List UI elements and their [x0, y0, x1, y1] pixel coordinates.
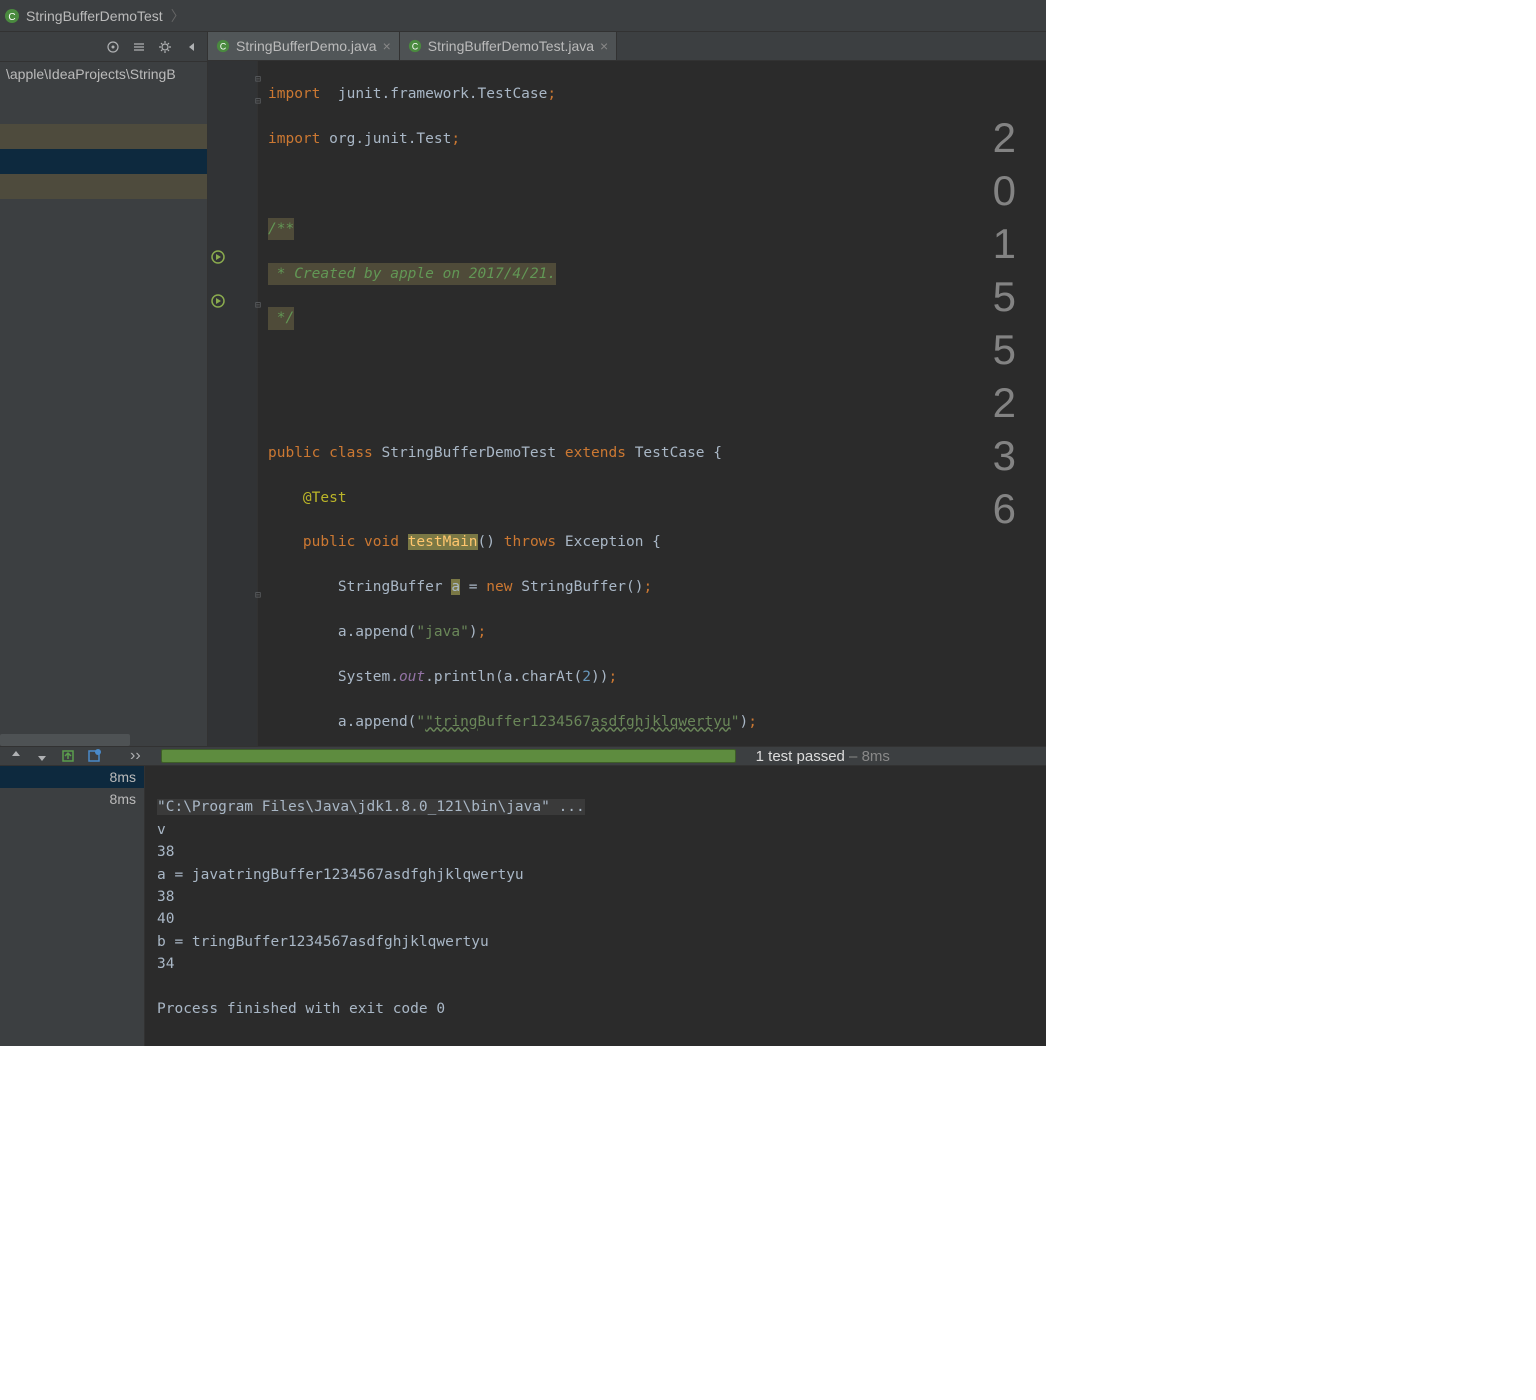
- svg-text:C: C: [412, 42, 418, 52]
- tree-row[interactable]: [0, 174, 207, 199]
- project-tree[interactable]: [0, 86, 207, 746]
- export-icon[interactable]: [60, 748, 76, 764]
- code-content[interactable]: import junit.framework.TestCase; import …: [258, 61, 1046, 746]
- class-icon: C: [4, 8, 20, 24]
- tab-label: StringBufferDemo.java: [236, 38, 377, 54]
- target-icon[interactable]: [105, 39, 121, 55]
- test-tree[interactable]: 8ms 8ms: [0, 766, 145, 1051]
- gear-icon[interactable]: [157, 39, 173, 55]
- breadcrumb-title[interactable]: StringBufferDemoTest: [26, 8, 163, 24]
- tab-label: StringBufferDemoTest.java: [428, 38, 594, 54]
- test-tree-row[interactable]: 8ms: [0, 766, 144, 788]
- import-icon[interactable]: [86, 748, 102, 764]
- sidebar-toolbar: [0, 32, 207, 62]
- test-progress-bar: [161, 749, 736, 763]
- run-panel: ›› 1 test passed – 8ms 8ms 8ms "C:\Progr…: [0, 746, 1046, 1046]
- project-sidebar: \apple\IdeaProjects\StringB: [0, 32, 208, 746]
- run-test-icon[interactable]: [210, 249, 226, 265]
- svg-text:C: C: [220, 42, 226, 52]
- console-output[interactable]: "C:\Program Files\Java\jdk1.8.0_121\bin\…: [145, 766, 1046, 1051]
- editor-area: C StringBufferDemo.java × C StringBuffer…: [208, 32, 1046, 746]
- hide-icon[interactable]: [183, 39, 199, 55]
- editor-tab-bar: C StringBufferDemo.java × C StringBuffer…: [208, 32, 1046, 61]
- tree-row[interactable]: [0, 124, 207, 149]
- sidebar-path: \apple\IdeaProjects\StringB: [0, 62, 207, 86]
- horizontal-scrollbar[interactable]: [0, 734, 130, 746]
- collapse-icon[interactable]: [131, 39, 147, 55]
- breadcrumb: C StringBufferDemoTest 〉: [0, 0, 1046, 32]
- tree-row[interactable]: [0, 149, 207, 174]
- test-tree-row[interactable]: 8ms: [0, 788, 144, 810]
- arrow-up-icon[interactable]: [8, 748, 24, 764]
- code-editor[interactable]: ⊟ ⊟ ⊟ ⊟ import junit.framework.TestCase;…: [208, 61, 1046, 746]
- arrow-down-icon[interactable]: [34, 748, 50, 764]
- java-class-icon: C: [216, 39, 230, 53]
- tab-stringbufferdemo[interactable]: C StringBufferDemo.java ×: [208, 32, 400, 60]
- svg-text:C: C: [8, 12, 15, 23]
- close-icon[interactable]: ×: [600, 38, 608, 54]
- close-icon[interactable]: ×: [383, 38, 391, 54]
- java-class-icon: C: [408, 39, 422, 53]
- run-toolbar: ›› 1 test passed – 8ms: [0, 747, 1046, 766]
- chevron-right-icon: 〉: [171, 6, 185, 26]
- tab-stringbufferdemotest[interactable]: C StringBufferDemoTest.java ×: [400, 32, 617, 60]
- run-test-icon[interactable]: [210, 293, 226, 309]
- more-icon[interactable]: ››: [130, 747, 141, 765]
- gutter: ⊟ ⊟ ⊟ ⊟: [208, 61, 258, 746]
- test-status: 1 test passed – 8ms: [756, 748, 890, 765]
